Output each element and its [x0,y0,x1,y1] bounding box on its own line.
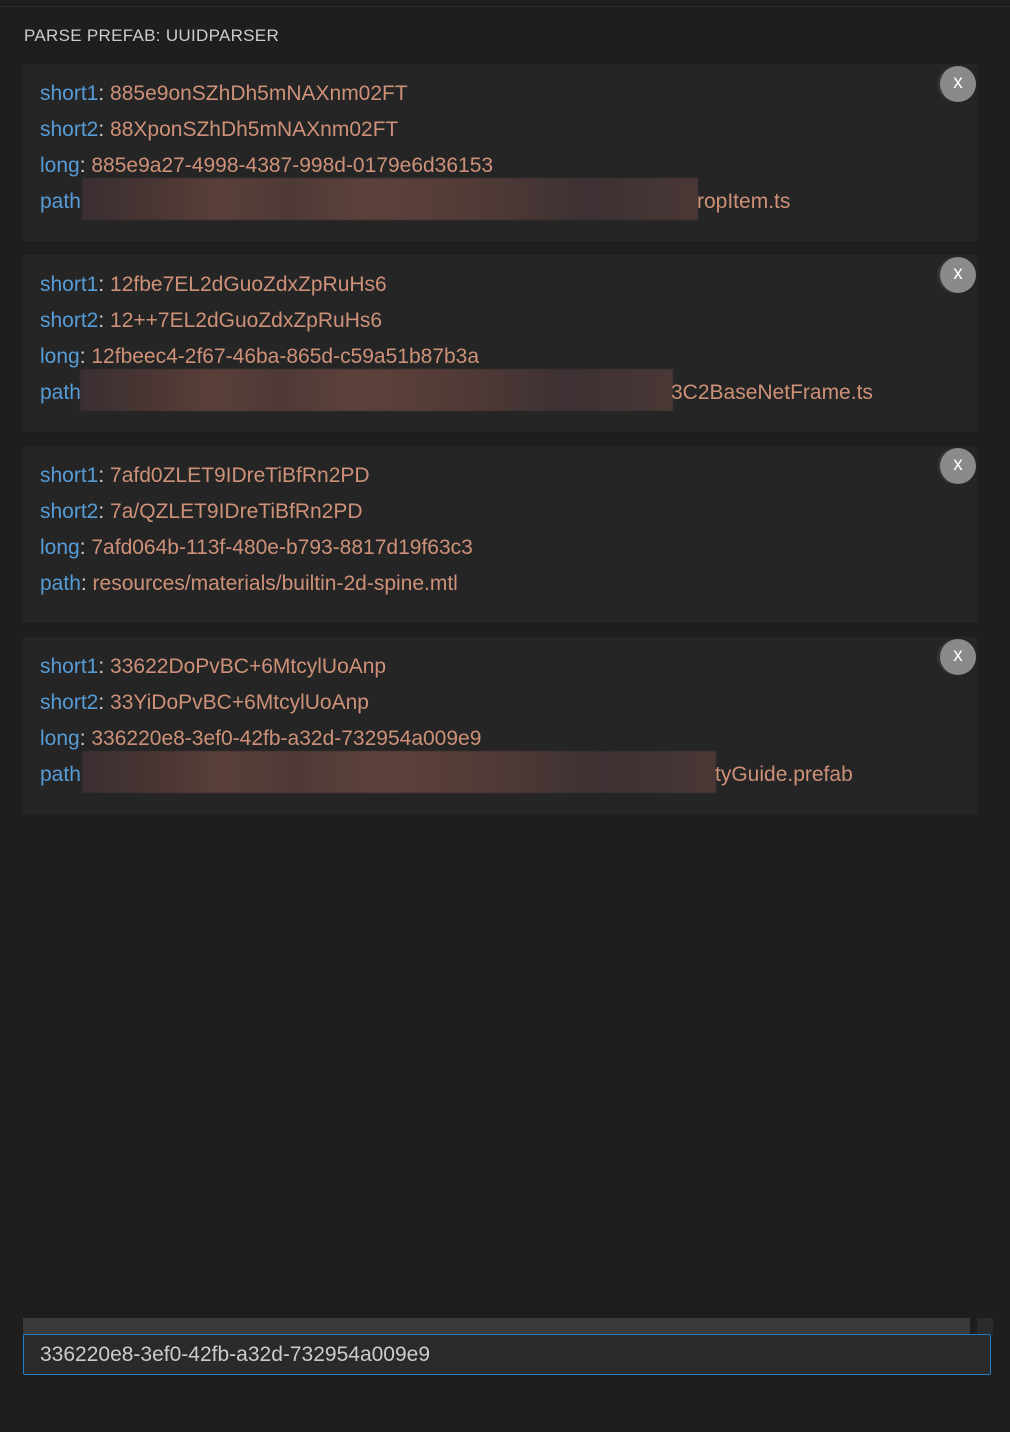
short1-value: 33622DoPvBC+6MtcylUoAnp [110,655,387,678]
short1-key: short1 [40,82,99,105]
separator: : [98,655,111,678]
remove-entry-button[interactable]: x [940,66,976,102]
path-row: path [40,762,81,788]
separator: : [98,82,111,105]
short1-value: 7afd0ZLET9IDreTiBfRn2PD [110,464,370,487]
path-row: path [40,189,81,215]
path-key: path [40,381,81,404]
path-row: path [40,380,81,406]
long-row: long: 885e9a27-4998-4387-998d-0179e6d361… [40,153,493,179]
short2-value: 88XponSZhDh5mNAXnm02FT [110,118,399,141]
short2-value: 33YiDoPvBC+6MtcylUoAnp [110,691,369,714]
path-value: resources/materials/builtin-2d-spine.mtl [92,572,458,595]
short1-key: short1 [40,273,99,296]
path-suffix-row: tyGuide.prefab [715,762,853,788]
short2-value: 12++7EL2dGuoZdxZpRuHs6 [110,309,383,332]
path-suffix-row: ropItem.ts [697,189,790,215]
short1-row: short1: 7afd0ZLET9IDreTiBfRn2PD [40,463,370,489]
long-key: long [40,536,80,559]
long-value: 12fbeec4-2f67-46ba-865d-c59a51b87b3a [91,345,480,368]
path-value-suffix: tyGuide.prefab [715,763,853,786]
long-key: long [40,345,80,368]
redacted-path [82,751,716,793]
separator: : [98,691,111,714]
redacted-path [82,178,698,220]
path-key: path [40,572,81,595]
uuid-input[interactable] [23,1334,991,1375]
path-value-suffix: 3C2BaseNetFrame.ts [671,381,873,404]
long-value: 336220e8-3ef0-42fb-a32d-732954a009e9 [91,727,482,750]
path-key: path [40,763,81,786]
separator: : [79,536,92,559]
long-key: long [40,154,80,177]
long-key: long [40,727,80,750]
short2-row: short2: 33YiDoPvBC+6MtcylUoAnp [40,690,369,716]
remove-entry-button[interactable]: x [940,257,976,293]
short2-row: short2: 12++7EL2dGuoZdxZpRuHs6 [40,308,382,334]
separator: : [79,154,92,177]
short2-key: short2 [40,500,99,523]
short1-key: short1 [40,464,99,487]
panel-title: PARSE PREFAB: UUIDPARSER [24,26,280,45]
separator: : [80,572,93,595]
short2-row: short2: 7a/QZLET9IDreTiBfRn2PD [40,499,363,525]
separator: : [98,464,111,487]
uuid-result-card: short1: 885e9onSZhDh5mNAXnm02FT short2: … [23,64,977,241]
remove-entry-button[interactable]: x [940,448,976,484]
path-key: path [40,190,81,213]
long-row: long: 7afd064b-113f-480e-b793-8817d19f63… [40,535,473,561]
separator: : [98,118,111,141]
short2-key: short2 [40,691,99,714]
short1-value: 12fbe7EL2dGuoZdxZpRuHs6 [110,273,387,296]
long-row: long: 336220e8-3ef0-42fb-a32d-732954a009… [40,726,481,752]
separator: : [79,345,92,368]
top-divider [0,6,1010,7]
short2-key: short2 [40,309,99,332]
short2-key: short2 [40,118,99,141]
horizontal-scrollbar[interactable] [23,1318,970,1335]
path-row: path: resources/materials/builtin-2d-spi… [40,571,458,597]
separator: : [98,309,111,332]
remove-entry-button[interactable]: x [940,639,976,675]
separator: : [98,273,111,296]
path-suffix-row: 3C2BaseNetFrame.ts [671,380,873,406]
short1-row: short1: 885e9onSZhDh5mNAXnm02FT [40,81,408,107]
short1-row: short1: 33622DoPvBC+6MtcylUoAnp [40,654,386,680]
scrollbar-corner [977,1318,993,1335]
short1-row: short1: 12fbe7EL2dGuoZdxZpRuHs6 [40,272,387,298]
long-value: 7afd064b-113f-480e-b793-8817d19f63c3 [91,536,473,559]
short1-key: short1 [40,655,99,678]
redacted-path [80,369,673,411]
path-value-suffix: ropItem.ts [697,190,791,213]
short1-value: 885e9onSZhDh5mNAXnm02FT [110,82,408,105]
uuid-result-card: short1: 7afd0ZLET9IDreTiBfRn2PD short2: … [23,446,977,623]
uuid-result-card: short1: 12fbe7EL2dGuoZdxZpRuHs6 short2: … [23,255,977,432]
separator: : [98,500,111,523]
short2-row: short2: 88XponSZhDh5mNAXnm02FT [40,117,398,143]
long-row: long: 12fbeec4-2f67-46ba-865d-c59a51b87b… [40,344,479,370]
uuid-result-card: short1: 33622DoPvBC+6MtcylUoAnp short2: … [23,637,977,814]
short2-value: 7a/QZLET9IDreTiBfRn2PD [110,500,363,523]
long-value: 885e9a27-4998-4387-998d-0179e6d36153 [91,154,494,177]
separator: : [79,727,92,750]
